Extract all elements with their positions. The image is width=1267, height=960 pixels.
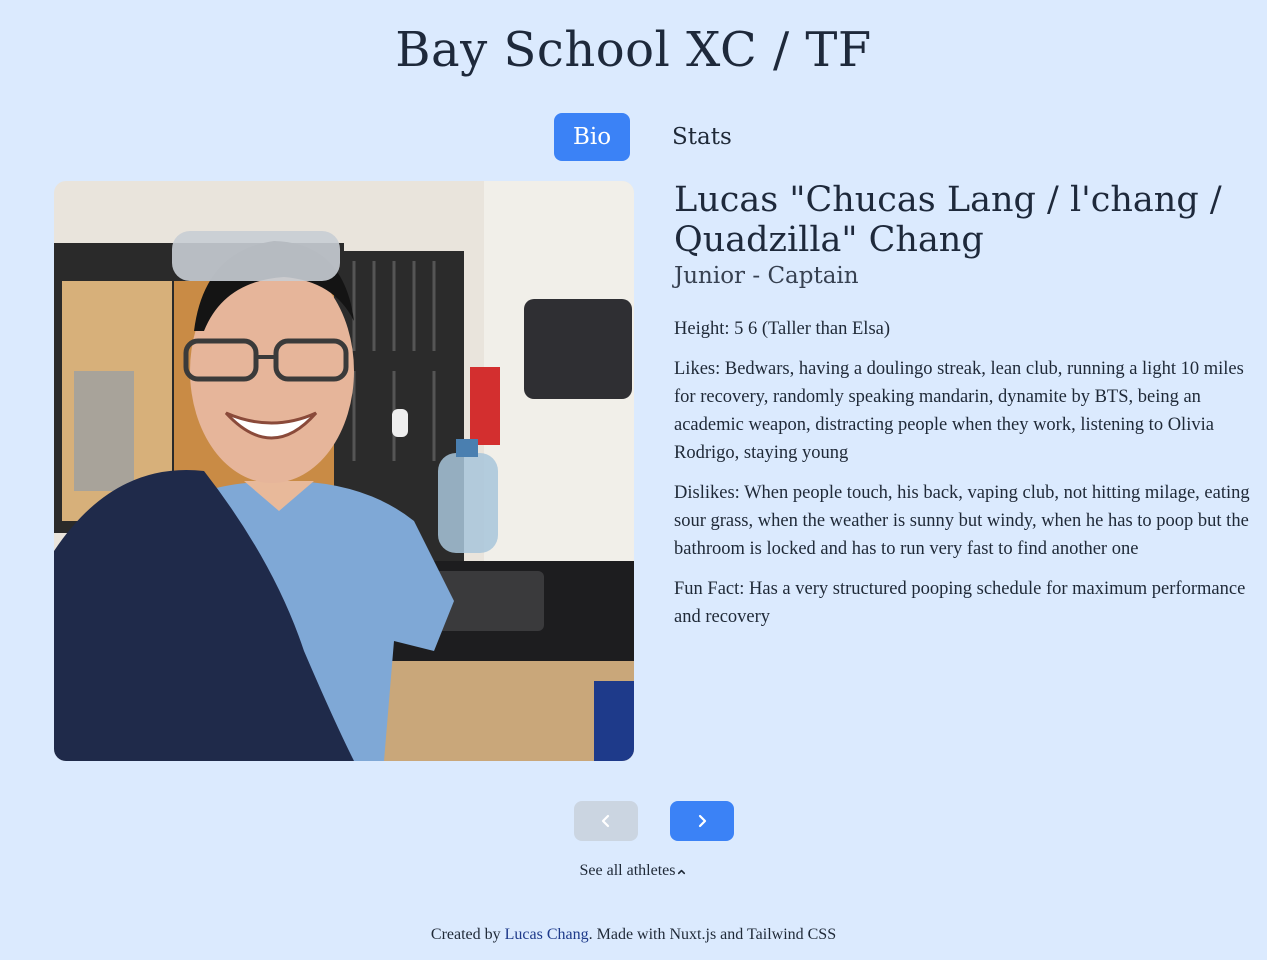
athlete-height: Height: 5 6 (Taller than Elsa) <box>674 319 891 339</box>
chevron-right-icon <box>698 814 707 828</box>
next-athlete-button[interactable] <box>670 801 734 841</box>
tab-bar: Bio Stats <box>554 113 752 161</box>
footer-prefix: Created by <box>430 926 505 943</box>
see-all-athletes-toggle[interactable]: See all athletes <box>0 862 1267 880</box>
athlete-dislikes: Dislikes: When people touch, his back, v… <box>674 483 1250 559</box>
author-link[interactable]: Lucas Chang <box>505 926 589 943</box>
athlete-fun-fact: Fun Fact: Has a very structured pooping … <box>674 579 1246 627</box>
chevron-left-icon <box>601 814 610 828</box>
athlete-photo <box>54 181 634 761</box>
previous-athlete-button[interactable] <box>574 801 638 841</box>
footer: Created by Lucas Chang. Made with Nuxt.j… <box>0 926 1267 944</box>
athlete-bio: Lucas "Chucas Lang / l'chang / Quadzilla… <box>674 180 1254 631</box>
tab-bio[interactable]: Bio <box>554 113 630 161</box>
footer-suffix: . Made with Nuxt.js and Tailwind CSS <box>588 926 837 943</box>
athlete-role: Junior - Captain <box>674 263 859 289</box>
tab-stats[interactable]: Stats <box>652 113 752 161</box>
athlete-name: Lucas "Chucas Lang / l'chang / Quadzilla… <box>674 180 1222 260</box>
see-all-label: See all athletes <box>579 862 676 879</box>
page-title: Bay School XC / TF <box>395 22 872 78</box>
chevron-up-icon <box>678 869 686 874</box>
athlete-likes: Likes: Bedwars, having a doulingo streak… <box>674 359 1244 463</box>
